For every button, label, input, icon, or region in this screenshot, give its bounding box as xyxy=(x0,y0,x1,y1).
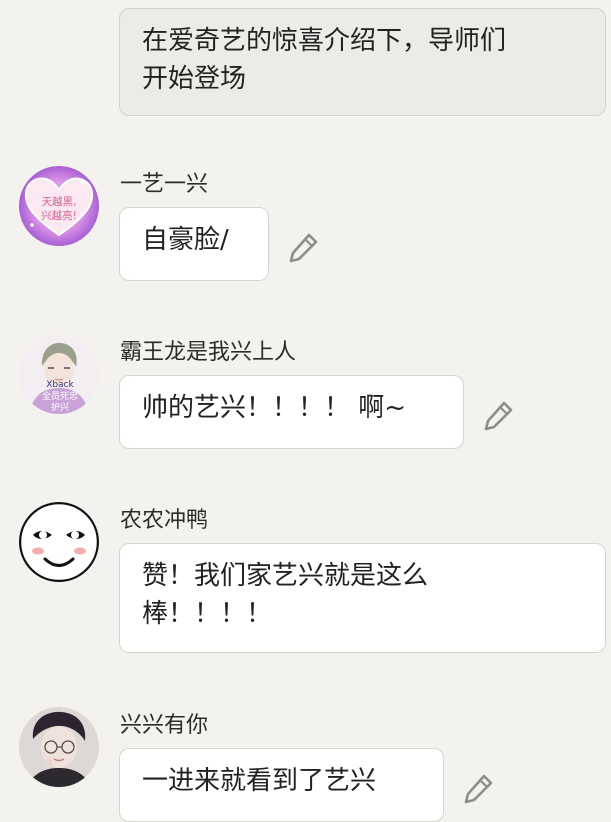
username: 一艺一兴 xyxy=(120,172,209,197)
avatar-nongnongchongya[interactable] xyxy=(19,502,99,582)
message-bubble[interactable]: 帅的艺兴！！！！ 啊~ xyxy=(119,375,464,449)
illustrated-man-avatar-icon xyxy=(19,707,99,787)
avatar-text-line-2: 兴越亮! xyxy=(41,209,77,222)
avatar-text-line-3: 护兴 xyxy=(51,401,69,413)
avatar-bawanglong[interactable]: Xback 全员死忠 护兴 xyxy=(19,334,99,414)
avatar-yiyiyixing[interactable]: 天越黑, 兴越亮! xyxy=(19,166,99,246)
username: 霸王龙是我兴上人 xyxy=(120,340,297,365)
message-bubble[interactable]: 一进来就看到了艺兴 xyxy=(119,748,444,822)
message-bubble-top[interactable]: 在爱奇艺的惊喜介绍下，导师们 开始登场 xyxy=(119,8,606,116)
avatar-text-line-1: 天越黑, xyxy=(42,195,77,208)
pencil-icon[interactable] xyxy=(482,398,516,432)
pencil-icon[interactable] xyxy=(462,771,496,805)
avatar-text-line-1: Xback xyxy=(46,380,74,390)
username: 农农冲鸭 xyxy=(120,508,209,533)
illustrated-boy-avatar-icon: Xback 全员死忠 护兴 xyxy=(19,334,99,414)
heart-frame-avatar-icon: 天越黑, 兴越亮! xyxy=(19,166,99,246)
username: 兴兴有你 xyxy=(120,713,209,738)
avatar-text-line-2: 全员死忠 xyxy=(42,390,78,402)
pencil-icon[interactable] xyxy=(287,230,321,264)
smiley-face-avatar-icon xyxy=(19,502,99,582)
avatar-xingxingyouni[interactable] xyxy=(19,707,99,787)
chat-thread: 在爱奇艺的惊喜介绍下，导师们 开始登场 天越黑, 兴越亮! 一艺一兴 自豪脸/ xyxy=(0,0,611,822)
message-bubble[interactable]: 自豪脸/ xyxy=(119,207,269,281)
message-bubble[interactable]: 赞！我们家艺兴就是这么 棒！！！！ xyxy=(119,543,606,653)
